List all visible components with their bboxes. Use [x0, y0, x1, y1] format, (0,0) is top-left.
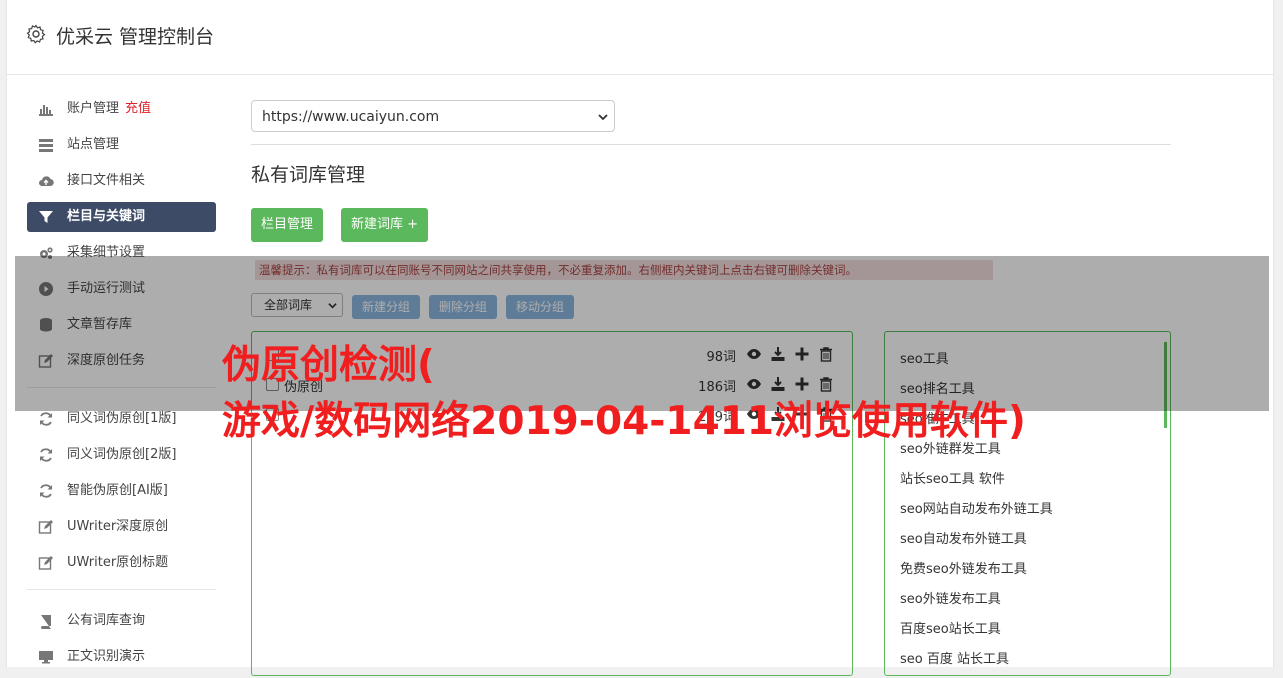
sidebar-item-label: 账户管理: [67, 101, 120, 116]
new-lexicon-button[interactable]: 新建词库 +: [341, 208, 429, 242]
sidebar-item-label: 正文识别演示: [67, 649, 146, 664]
server-icon: [39, 139, 53, 152]
sidebar-item-label: 智能伪原创[AI版]: [67, 483, 168, 498]
sidebar-item-label: 同义词伪原创[2版]: [67, 447, 177, 462]
list-item[interactable]: seo自动发布外链工具: [900, 528, 1027, 547]
section-title: 私有词库管理: [251, 164, 366, 186]
sidebar-item-text-recognition[interactable]: 正文识别演示: [27, 642, 216, 672]
site-select[interactable]: https://www.ucaiyun.com: [251, 100, 615, 132]
column-manage-button[interactable]: 栏目管理: [251, 208, 324, 242]
book-icon: [41, 615, 51, 629]
list-item[interactable]: 免费seo外链发布工具: [900, 558, 1027, 577]
sidebar-item-label: 接口文件相关: [67, 173, 146, 188]
divider: [251, 144, 1171, 145]
sidebar-item-account[interactable]: 账户管理 充值: [27, 94, 216, 124]
sidebar-item-uwriter-deep[interactable]: UWriter深度原创: [27, 512, 216, 542]
sidebar-item-label: UWriter原创标题: [67, 555, 169, 570]
sidebar-item-label: 站点管理: [67, 137, 120, 152]
overlay-caption: 伪原创检测( 游戏/数码网络2019-04-1411浏览使用软件): [222, 338, 1026, 450]
sidebar-divider: [27, 589, 216, 590]
sidebar-item-label: 同义词伪原创[1版]: [67, 411, 177, 426]
bar-chart-icon: [39, 105, 53, 116]
refresh-icon: [40, 484, 52, 498]
refresh-icon: [40, 448, 52, 462]
header: 优采云 管理控制台: [7, 0, 1273, 75]
chevron-down-icon: [598, 114, 608, 121]
list-item[interactable]: 百度seo站长工具: [900, 618, 1001, 637]
sidebar-item-columns-keywords[interactable]: 栏目与关键词: [27, 202, 216, 232]
cloud-upload-icon: [39, 176, 54, 187]
edit-icon: [38, 556, 53, 570]
list-item[interactable]: seo网站自动发布外链工具: [900, 498, 1053, 517]
overlay-caption-line2: 游戏/数码网络2019-04-1411浏览使用软件): [222, 399, 1026, 444]
sidebar-item-synonym-v2[interactable]: 同义词伪原创[2版]: [27, 440, 216, 470]
sidebar-item-public-lexicon[interactable]: 公有词库查询: [27, 606, 216, 636]
refresh-icon: [40, 412, 52, 426]
gear-icon: [26, 24, 46, 44]
page-title: 优采云 管理控制台: [56, 26, 215, 48]
monitor-icon: [39, 651, 53, 664]
sidebar-item-label: 公有词库查询: [67, 613, 146, 628]
edit-icon: [38, 520, 53, 534]
site-select-value: https://www.ucaiyun.com: [262, 109, 440, 125]
overlay-caption-line1: 伪原创检测(: [222, 343, 435, 388]
list-item[interactable]: seo外链发布工具: [900, 588, 1001, 607]
list-item[interactable]: 站长seo工具 软件: [900, 468, 1005, 487]
list-item[interactable]: seo 百度 站长工具: [900, 648, 1009, 667]
sidebar-item-sites[interactable]: 站点管理: [27, 130, 216, 160]
recharge-link[interactable]: 充值: [125, 101, 151, 116]
sidebar-item-uwriter-title[interactable]: UWriter原创标题: [27, 548, 216, 578]
sidebar-item-ai-rewrite[interactable]: 智能伪原创[AI版]: [27, 476, 216, 506]
sidebar-item-interface-files[interactable]: 接口文件相关: [27, 166, 216, 196]
sidebar-item-label: UWriter深度原创: [67, 519, 169, 534]
sidebar-item-label: 栏目与关键词: [67, 209, 146, 224]
filter-icon: [39, 211, 53, 223]
